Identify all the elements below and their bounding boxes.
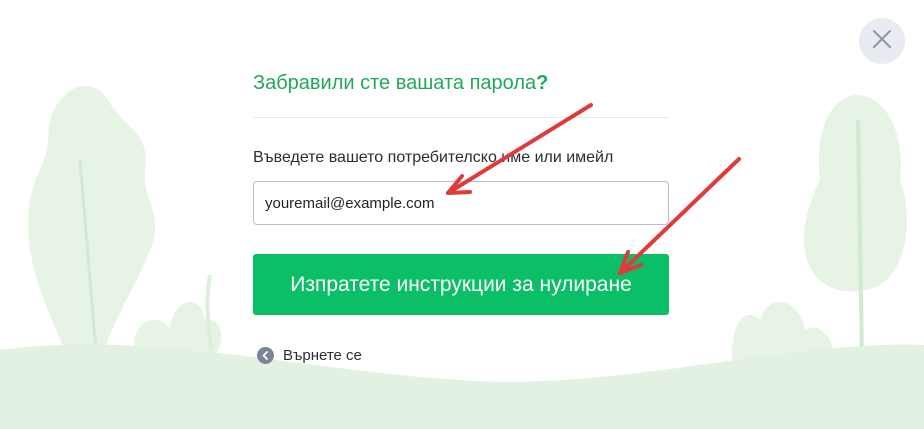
title-divider <box>253 117 669 118</box>
close-icon <box>871 28 893 55</box>
page-title: Забравили сте вашата парола? <box>253 72 669 95</box>
back-link[interactable]: Върнете се <box>257 347 362 364</box>
send-reset-instructions-button[interactable]: Изпратете инструкции за нулиране <box>253 254 669 315</box>
right-tree <box>803 95 908 292</box>
close-button[interactable] <box>859 18 905 64</box>
back-link-label: Върнете се <box>283 347 362 364</box>
ground-hill <box>0 344 924 429</box>
title-text: Забравили сте вашата парола <box>253 72 537 94</box>
chevron-left-icon <box>257 347 274 364</box>
username-email-label: Въведете вашето потребителско име или им… <box>253 149 614 166</box>
title-question-mark: ? <box>536 72 549 94</box>
username-email-input[interactable] <box>253 181 669 225</box>
